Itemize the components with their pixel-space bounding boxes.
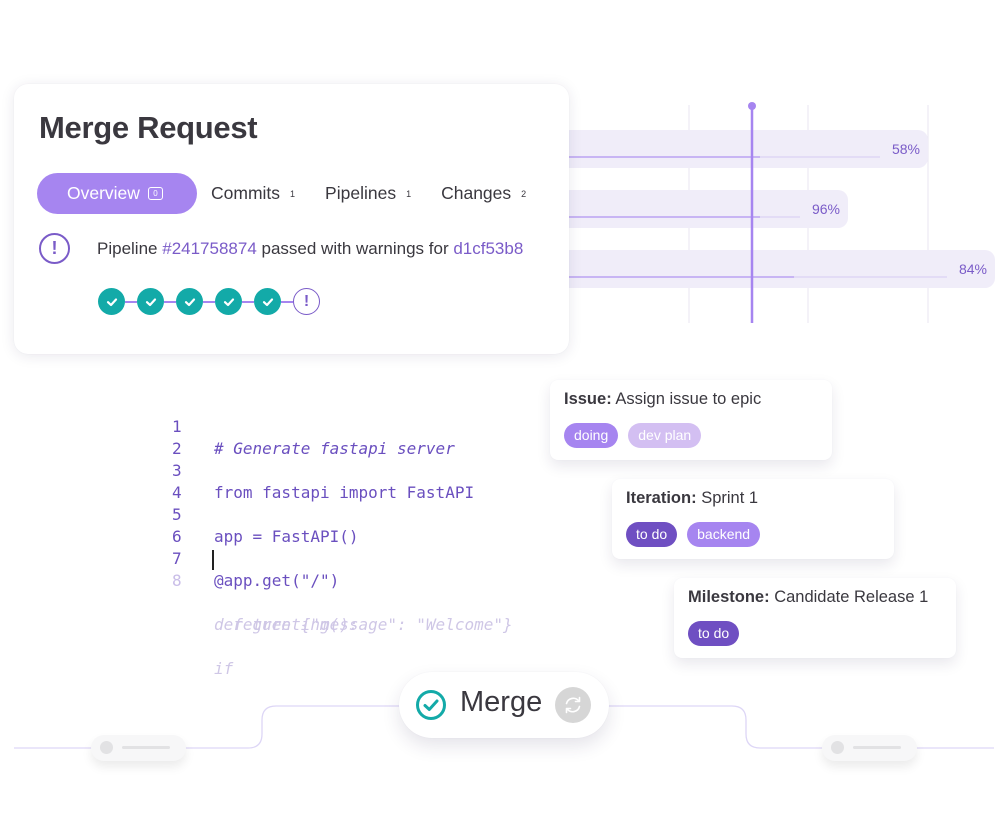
tab-commits[interactable]: Commits 1 bbox=[211, 173, 295, 214]
node-bar bbox=[853, 746, 901, 749]
tab-count: 2 bbox=[521, 188, 527, 199]
merge-button[interactable]: Merge bbox=[399, 672, 609, 738]
label-dev-plan[interactable]: dev plan bbox=[628, 423, 702, 448]
code-suggestion: return {"message": "Welcome"} bbox=[214, 615, 513, 634]
stage-connector bbox=[242, 300, 254, 303]
code-line: 2 bbox=[172, 416, 211, 458]
tab-count: 1 bbox=[290, 188, 296, 199]
code-line: 1 # Generate fastapi server bbox=[172, 394, 455, 458]
bar-background bbox=[560, 130, 928, 168]
pipeline-stage-passed[interactable] bbox=[176, 288, 203, 315]
iteration-tags: to do backend bbox=[626, 522, 770, 547]
commit-sha-link[interactable]: d1cf53b8 bbox=[453, 239, 523, 258]
node-bar bbox=[122, 746, 170, 749]
tab-changes[interactable]: Changes 2 bbox=[441, 173, 526, 214]
bar-background bbox=[560, 190, 848, 228]
tab-label: Commits bbox=[211, 183, 281, 203]
issue-tags: doing dev plan bbox=[564, 423, 711, 448]
tab-bar: Overview 0 Commits 1 Pipelines 1 Changes… bbox=[37, 173, 526, 214]
merge-request-card: Merge Request Overview 0 Commits 1 Pipel… bbox=[14, 84, 569, 354]
code-line: 3 from fastapi import FastAPI bbox=[172, 438, 474, 502]
milestone-value: Candidate Release 1 bbox=[774, 588, 929, 606]
code-suggestion: if bbox=[214, 659, 234, 678]
tab-label: Changes bbox=[441, 183, 512, 203]
iteration-title: Iteration: Sprint 1 bbox=[626, 489, 758, 508]
code-line: 5 app = FastAPI() bbox=[172, 482, 359, 546]
tab-count-badge: 0 bbox=[147, 187, 163, 200]
node-dot bbox=[100, 741, 113, 754]
pipeline-middle-text: passed with warnings for bbox=[261, 239, 449, 258]
issue-value: Assign issue to epic bbox=[615, 390, 762, 408]
pipeline-prefix: Pipeline bbox=[97, 239, 158, 258]
check-icon bbox=[184, 297, 195, 306]
progress-chart: 58% 96% 84% bbox=[560, 102, 995, 323]
check-icon bbox=[106, 297, 117, 306]
tab-pipelines[interactable]: Pipelines 1 bbox=[325, 173, 411, 214]
label-to-do[interactable]: to do bbox=[688, 621, 740, 646]
stage-connector bbox=[125, 300, 137, 303]
check-icon bbox=[145, 297, 156, 306]
iteration-card[interactable]: Iteration: Sprint 1 to do backend bbox=[612, 479, 894, 559]
pipeline-message: Pipeline #241758874 passed with warnings… bbox=[97, 239, 523, 259]
iteration-value: Sprint 1 bbox=[701, 489, 759, 507]
code-text: from fastapi import FastAPI bbox=[214, 483, 475, 502]
exclamation-icon: ! bbox=[303, 292, 310, 310]
code-line: 7 @app.get("/") bbox=[172, 526, 339, 590]
label-backend[interactable]: backend bbox=[687, 522, 761, 547]
bar-value-label: 58% bbox=[892, 141, 920, 157]
pipeline-id-link[interactable]: #241758874 bbox=[162, 239, 257, 258]
flow-node-right bbox=[822, 735, 917, 761]
bar-background bbox=[560, 250, 995, 288]
pipeline-stage-warning[interactable]: ! bbox=[293, 288, 320, 315]
milestone-card[interactable]: Milestone: Candidate Release 1 to do bbox=[674, 578, 956, 658]
issue-key: Issue: bbox=[564, 390, 612, 408]
tab-label: Overview bbox=[67, 183, 140, 203]
code-editor[interactable]: 1 # Generate fastapi server 2 3 from fas… bbox=[172, 394, 513, 678]
milestone-tags: to do bbox=[688, 621, 749, 646]
bar-value-label: 84% bbox=[959, 261, 987, 277]
time-marker-dot bbox=[748, 102, 756, 110]
pipeline-stage-passed[interactable] bbox=[215, 288, 242, 315]
label-to-do[interactable]: to do bbox=[626, 522, 678, 547]
refresh-icon[interactable] bbox=[555, 687, 591, 723]
code-line: 6 bbox=[172, 504, 211, 546]
code-line: return {"message": "Welcome"} bbox=[172, 570, 512, 634]
tab-overview[interactable]: Overview 0 bbox=[37, 173, 197, 214]
code-text: @app.get("/") bbox=[214, 571, 340, 590]
issue-card[interactable]: Issue: Assign issue to epic doing dev pl… bbox=[550, 380, 832, 460]
issue-title: Issue: Assign issue to epic bbox=[564, 390, 761, 409]
iteration-key: Iteration: bbox=[626, 489, 697, 507]
pipeline-stage-passed[interactable] bbox=[98, 288, 125, 315]
check-icon bbox=[223, 297, 234, 306]
pipeline-stage-passed[interactable] bbox=[137, 288, 164, 315]
code-line: 8 def greeting(): bbox=[172, 548, 359, 634]
code-text: # Generate fastapi server bbox=[214, 439, 455, 458]
pipeline-stage-passed[interactable] bbox=[254, 288, 281, 315]
tab-label: Pipelines bbox=[325, 183, 397, 203]
pipeline-status: ! Pipeline #241758874 passed with warnin… bbox=[39, 233, 523, 264]
flow-node-left bbox=[91, 735, 186, 761]
milestone-key: Milestone: bbox=[688, 588, 770, 606]
check-icon bbox=[262, 297, 273, 306]
merge-label: Merge bbox=[460, 686, 543, 718]
code-text: app = FastAPI() bbox=[214, 527, 359, 546]
node-dot bbox=[831, 741, 844, 754]
milestone-title: Milestone: Candidate Release 1 bbox=[688, 588, 928, 607]
code-line: 4 bbox=[172, 460, 211, 502]
tab-count: 1 bbox=[406, 188, 412, 199]
stage-connector bbox=[281, 300, 293, 303]
pipeline-stages: ! bbox=[98, 288, 320, 315]
check-circle-icon bbox=[416, 690, 446, 720]
warning-icon: ! bbox=[39, 233, 70, 264]
stage-connector bbox=[203, 300, 215, 303]
bar-value-label: 96% bbox=[812, 201, 840, 217]
page-title: Merge Request bbox=[39, 110, 258, 145]
stage-connector bbox=[164, 300, 176, 303]
flow-line-right bbox=[608, 705, 994, 749]
code-line: if bbox=[172, 614, 233, 678]
flow-line-left bbox=[14, 705, 400, 749]
label-doing[interactable]: doing bbox=[564, 423, 619, 448]
text-cursor bbox=[212, 550, 214, 570]
